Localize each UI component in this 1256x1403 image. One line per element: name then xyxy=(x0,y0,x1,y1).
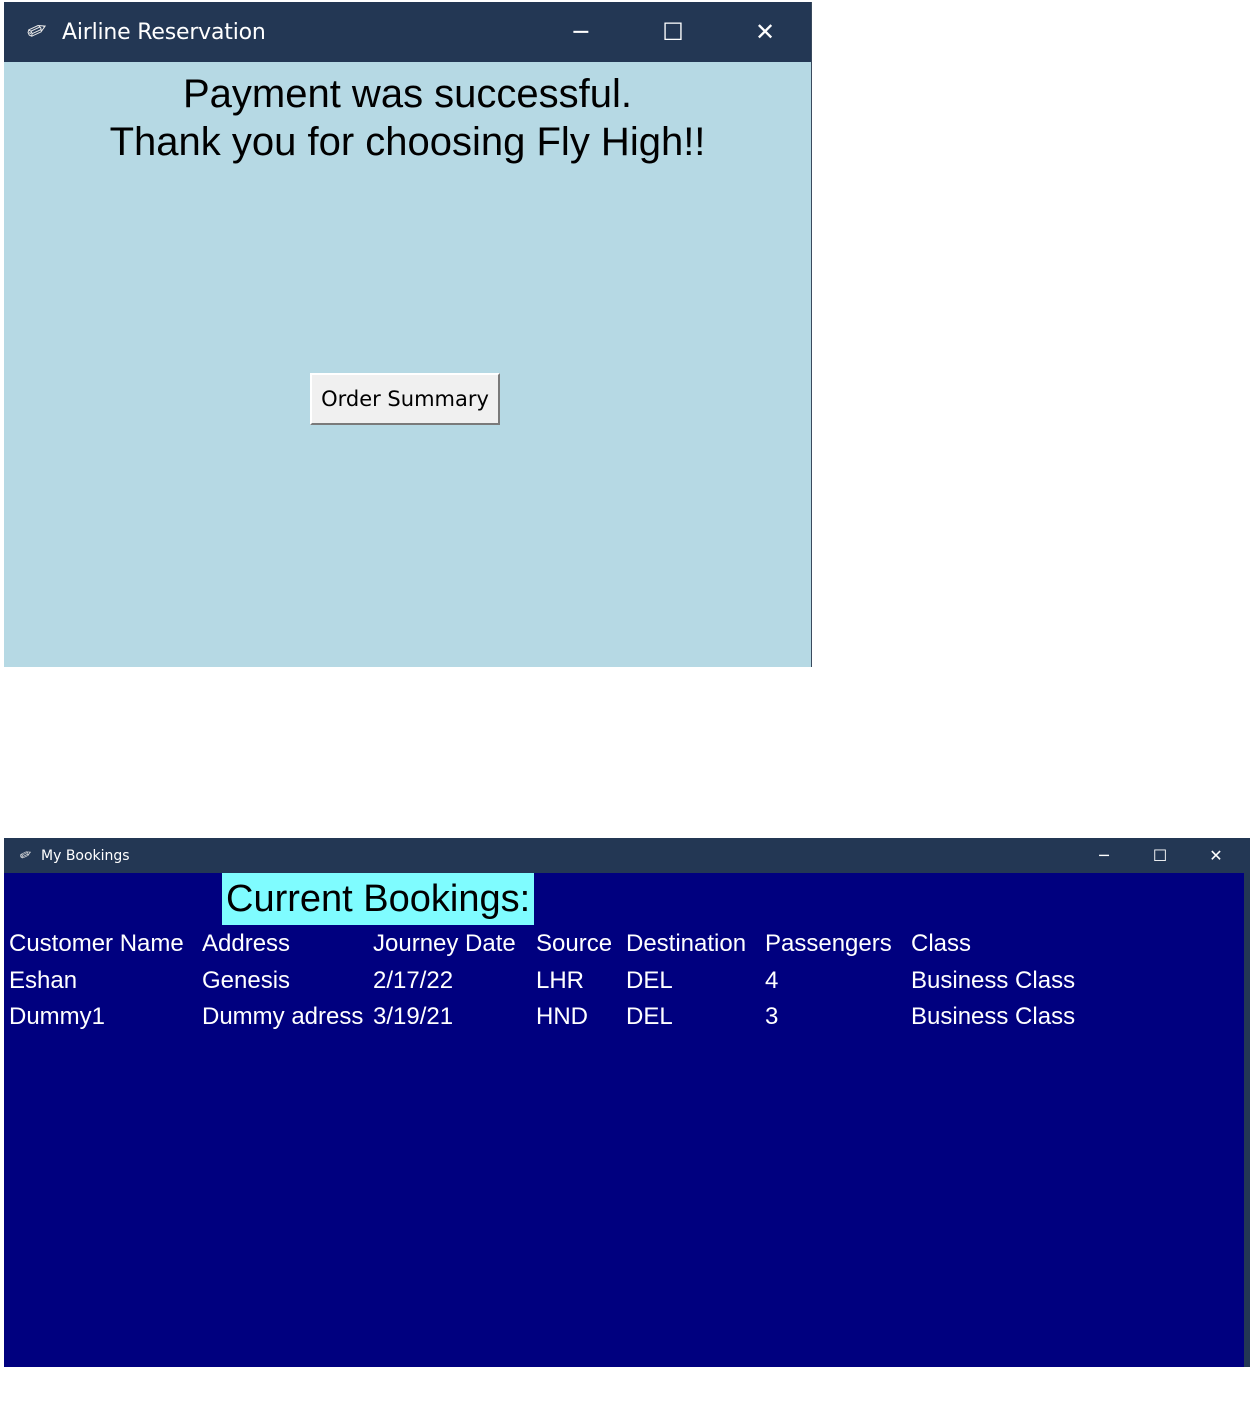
column-header-destination: Destination xyxy=(626,930,747,957)
maximize-button[interactable]: ☐ xyxy=(1132,838,1188,873)
column-header-customer-name: Customer Name xyxy=(9,930,184,957)
booking-row-2-journey-date: 3/19/21 xyxy=(373,1003,454,1030)
booking-row-2-class: Business Class xyxy=(911,1003,1076,1030)
reservation-window-title: Airline Reservation xyxy=(62,19,266,45)
close-button[interactable]: ✕ xyxy=(1188,838,1244,873)
order-summary-button[interactable]: Order Summary xyxy=(310,373,500,425)
reservation-window-controls: ─ ☐ ✕ xyxy=(535,2,811,62)
column-header-passengers: Passengers xyxy=(765,930,892,957)
booking-row-1-address: Genesis xyxy=(202,967,291,994)
booking-row-1-journey-date: 2/17/22 xyxy=(373,967,454,994)
booking-row-1-customer-name: Eshan xyxy=(9,967,78,994)
airline-reservation-window: ✐ Airline Reservation ─ ☐ ✕ Payment was … xyxy=(4,2,812,667)
booking-row-1-passengers: 4 xyxy=(765,967,779,994)
column-header-address: Address xyxy=(202,930,291,957)
payment-message: Payment was successful. Thank you for ch… xyxy=(4,70,811,166)
bookings-window-title: My Bookings xyxy=(41,847,130,864)
payment-success-text: Payment was successful. xyxy=(182,72,633,116)
reservation-titlebar[interactable]: ✐ Airline Reservation ─ ☐ ✕ xyxy=(4,2,811,62)
my-bookings-window: ✐ My Bookings ─ ☐ ✕ Current Bookings: Cu… xyxy=(4,838,1250,1367)
thank-you-text: Thank you for choosing Fly High!! xyxy=(109,120,706,164)
feather-icon: ✐ xyxy=(21,15,51,49)
column-header-class: Class xyxy=(911,930,972,957)
current-bookings-heading: Current Bookings: xyxy=(222,873,535,925)
maximize-button[interactable]: ☐ xyxy=(627,2,719,62)
feather-icon: ✐ xyxy=(16,845,34,865)
bookings-window-controls: ─ ☐ ✕ xyxy=(1076,838,1244,873)
minimize-button[interactable]: ─ xyxy=(1076,838,1132,873)
booking-row-2-address: Dummy adress xyxy=(202,1003,364,1030)
booking-row-2-customer-name: Dummy1 xyxy=(9,1003,106,1030)
booking-row-1-source: LHR xyxy=(536,967,585,994)
booking-row-2-source: HND xyxy=(536,1003,588,1030)
column-header-source: Source xyxy=(536,930,613,957)
column-header-journey-date: Journey Date xyxy=(373,930,516,957)
booking-row-1-class: Business Class xyxy=(911,967,1076,994)
minimize-button[interactable]: ─ xyxy=(535,2,627,62)
booking-row-2-passengers: 3 xyxy=(765,1003,779,1030)
close-button[interactable]: ✕ xyxy=(719,2,811,62)
booking-row-1-destination: DEL xyxy=(626,967,673,994)
bookings-titlebar[interactable]: ✐ My Bookings ─ ☐ ✕ xyxy=(4,838,1244,873)
booking-row-2-destination: DEL xyxy=(626,1003,673,1030)
